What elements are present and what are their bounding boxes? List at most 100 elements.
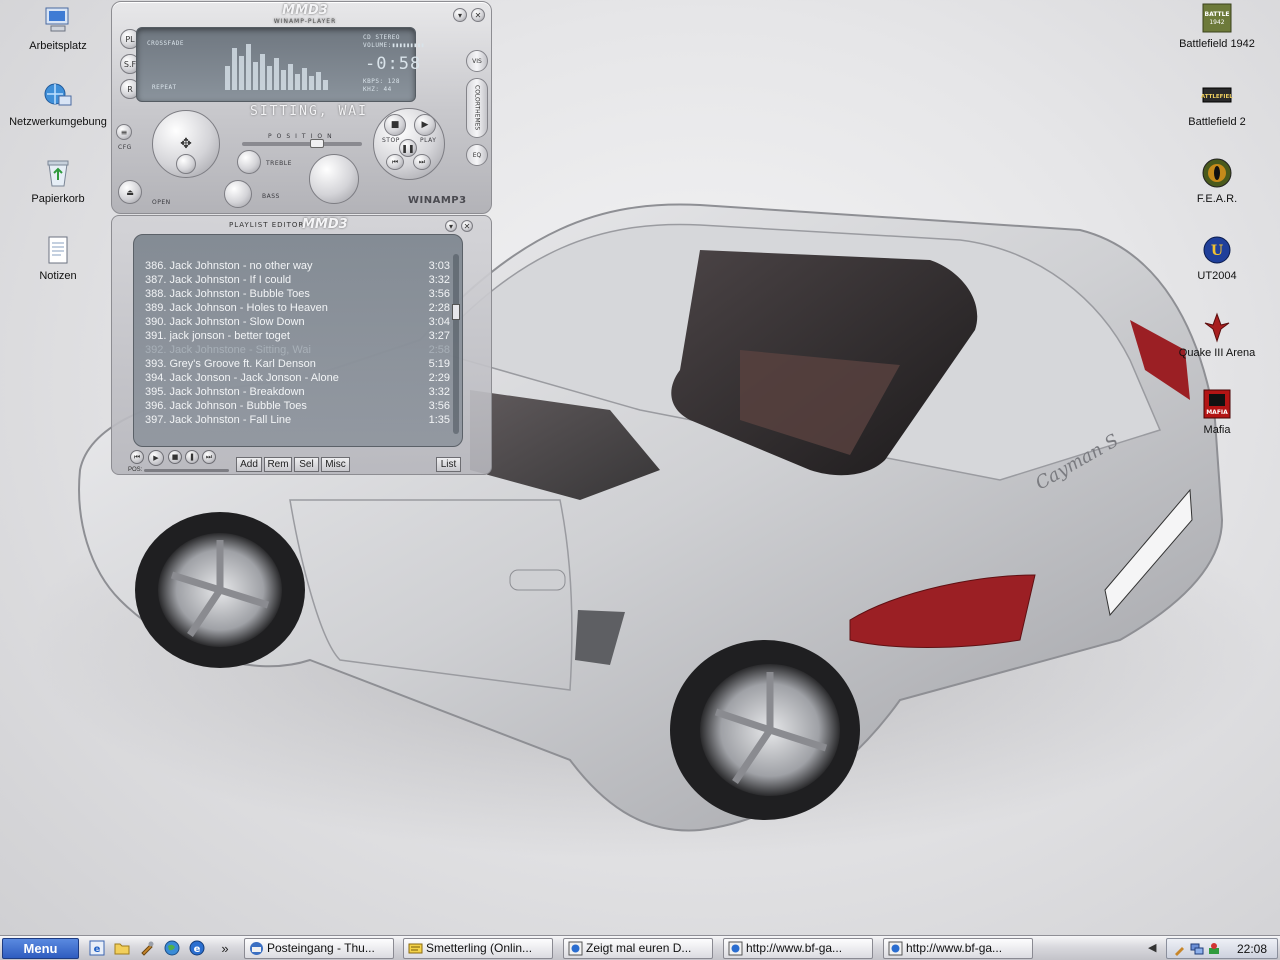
taskbar-task[interactable]: http://www.bf-ga... (723, 938, 873, 959)
desktop-icon-label: Battlefield 1942 (1179, 38, 1255, 50)
time-display: -0:58 (365, 54, 422, 74)
desktop-icon-mafia[interactable]: MAFIA Mafia (1162, 388, 1272, 437)
cfg-label: CFG (118, 144, 132, 151)
playlist-editor: PLAYLIST EDITOR MMD3 ▾ ✕ 386. Jack Johns… (111, 215, 492, 475)
play-button[interactable]: ▶ (414, 114, 436, 136)
playlist-close-button[interactable]: ✕ (461, 220, 473, 232)
playlist-row[interactable]: 394. Jack Jonson - Jack Jonson - Alone 2:… (145, 372, 450, 386)
playlist-row[interactable]: 396. Jack Johnson - Bubble Toes 3:56 (145, 400, 450, 414)
playlist-row[interactable]: 393. Grey's Groove ft. Karl Denson 5:19 (145, 358, 450, 372)
taskbar-task[interactable]: http://www.bf-ga... (883, 938, 1033, 959)
vis-button[interactable]: VIS (466, 50, 488, 72)
desktop-icon-fear[interactable]: F.E.A.R. (1162, 157, 1272, 206)
desktop-icon-arbeitsplatz[interactable]: Arbeitsplatz (3, 4, 113, 53)
ie-quicklaunch-icon[interactable]: e (88, 939, 106, 957)
close-button[interactable]: ✕ (471, 8, 485, 22)
taskbar-task[interactable]: Smetterling (Onlin... (403, 938, 553, 959)
track-title: 392. Jack Johnstone - Sitting, Wai (145, 344, 311, 356)
track-title: 391. jack jonson - better toget (145, 330, 290, 342)
pl-position-slider[interactable] (144, 469, 229, 472)
taskbar-task[interactable]: Zeigt mal euren D... (563, 938, 713, 959)
svg-text:BATTLEFIELD: BATTLEFIELD (1201, 94, 1233, 100)
track-title: 386. Jack Johnston - no other way (145, 260, 313, 272)
browser-quicklaunch-icon[interactable]: e (188, 939, 206, 957)
playlist-row[interactable]: 388. Jack Johnston - Bubble Toes 3:56 (145, 288, 450, 302)
playlist-row[interactable]: 395. Jack Johnston - Breakdown 3:32 (145, 386, 450, 400)
pl-previous-button[interactable]: ⏮ (130, 450, 144, 464)
track-duration: 2:28 (428, 302, 450, 314)
globe-quicklaunch-icon[interactable] (163, 939, 181, 957)
treble-knob[interactable] (237, 150, 261, 174)
track-duration: 3:56 (428, 288, 450, 300)
desktop-icon-quake3[interactable]: Quake III Arena (1162, 311, 1272, 360)
play-label: PLAY (420, 137, 437, 144)
tray-expand-icon[interactable]: ◀ (1148, 941, 1156, 954)
desktop-icon-battlefield-1942[interactable]: BATTLE 1942 Battlefield 1942 (1162, 2, 1272, 51)
player-subbrand: WINAMP-PLAYER (273, 18, 337, 25)
ut2004-icon: U (1201, 234, 1233, 266)
track-title: 388. Jack Johnston - Bubble Toes (145, 288, 310, 300)
playlist-minimize-button[interactable]: ▾ (445, 220, 457, 232)
battlefield-1942-icon: BATTLE 1942 (1201, 2, 1233, 34)
playlist-row[interactable]: 389. Jack Johnson - Holes to Heaven 2:28 (145, 302, 450, 316)
desktop-icon-label: Battlefield 2 (1188, 116, 1246, 128)
playlist-row[interactable]: 391. jack jonson - better toget 3:27 (145, 330, 450, 344)
desktop-icon-ut2004[interactable]: U UT2004 (1162, 234, 1272, 283)
desktop-icon-label: Notizen (39, 270, 77, 282)
repeat-label: REPEAT (152, 84, 177, 91)
add-button[interactable]: Add (236, 457, 262, 472)
playlist-row[interactable]: 386. Jack Johnston - no other way 3:03 (145, 260, 450, 274)
playlist-row[interactable]: 390. Jack Johnston - Slow Down 3:04 (145, 316, 450, 330)
pl-next-button[interactable]: ⏭ (202, 450, 216, 464)
tray-device-icon[interactable] (1207, 942, 1221, 956)
desktop-icon-battlefield-2[interactable]: BATTLEFIELD Battlefield 2 (1162, 80, 1272, 129)
track-title: 397. Jack Johnston - Fall Line (145, 414, 292, 426)
recycle-bin-icon (42, 157, 74, 189)
colorthemes-button[interactable]: COLORTHEMES (466, 78, 488, 138)
pl-play-button[interactable]: ▶ (148, 450, 164, 466)
track-duration: 3:04 (428, 316, 450, 328)
list-button[interactable]: List (436, 457, 461, 472)
folder-quicklaunch-icon[interactable] (113, 939, 131, 957)
playlist-row[interactable]: 397. Jack Johnston - Fall Line 1:35 (145, 414, 450, 428)
balance-knob[interactable] (176, 154, 196, 174)
tray-tools-icon[interactable] (1173, 942, 1187, 956)
track-title: 395. Jack Johnston - Breakdown (145, 386, 305, 398)
minimize-button[interactable]: ▾ (453, 8, 467, 22)
desktop-icon-papierkorb[interactable]: Papierkorb (3, 157, 113, 206)
track-duration: 1:35 (428, 414, 450, 426)
track-duration: 2:58 (428, 344, 450, 356)
quicklaunch-more-button[interactable]: » (216, 939, 234, 957)
cfg-button[interactable]: ≡ (116, 124, 132, 140)
previous-button[interactable]: ⏮ (386, 154, 404, 170)
eq-button[interactable]: EQ (466, 144, 488, 166)
playlist-scrollbar[interactable] (452, 254, 460, 434)
track-duration: 5:19 (428, 358, 450, 370)
position-thumb[interactable] (310, 139, 324, 148)
misc-button[interactable]: Misc (321, 457, 350, 472)
pl-stop-button[interactable]: ■ (168, 450, 182, 464)
open-button[interactable]: ⏏ (118, 180, 142, 204)
playlist-scrollbar-thumb[interactable] (452, 304, 460, 320)
sel-button[interactable]: Sel (294, 457, 319, 472)
playlist-row[interactable]: 387. Jack Johnston - If I could 3:32 (145, 274, 450, 288)
taskbar-task[interactable]: Posteingang - Thu... (244, 938, 394, 959)
rem-button[interactable]: Rem (264, 457, 292, 472)
playlist-row-current[interactable]: 392. Jack Johnstone - Sitting, Wai 2:58 (145, 344, 450, 358)
start-menu-button[interactable]: Menu (2, 938, 79, 959)
browser-icon (728, 941, 743, 956)
track-duration: 2:29 (428, 372, 450, 384)
desktop-icon-notizen[interactable]: Notizen (3, 234, 113, 283)
pause-button[interactable]: ❚❚ (399, 139, 417, 157)
playlist-track-list[interactable]: 386. Jack Johnston - no other way 3:03 387… (133, 234, 463, 447)
desktop-icon-label: Netzwerkumgebung (9, 116, 107, 128)
bass-knob[interactable] (224, 180, 252, 208)
pl-pause-button[interactable]: ❚ (185, 450, 199, 464)
tray-network-icon[interactable] (1190, 942, 1204, 956)
volume-knob[interactable] (309, 154, 359, 204)
next-button[interactable]: ⏭ (413, 154, 431, 170)
stop-button[interactable]: ■ (384, 114, 406, 136)
tools-quicklaunch-icon[interactable] (138, 939, 156, 957)
position-slider[interactable] (242, 139, 362, 148)
desktop-icon-netzwerkumgebung[interactable]: Netzwerkumgebung (3, 80, 113, 129)
